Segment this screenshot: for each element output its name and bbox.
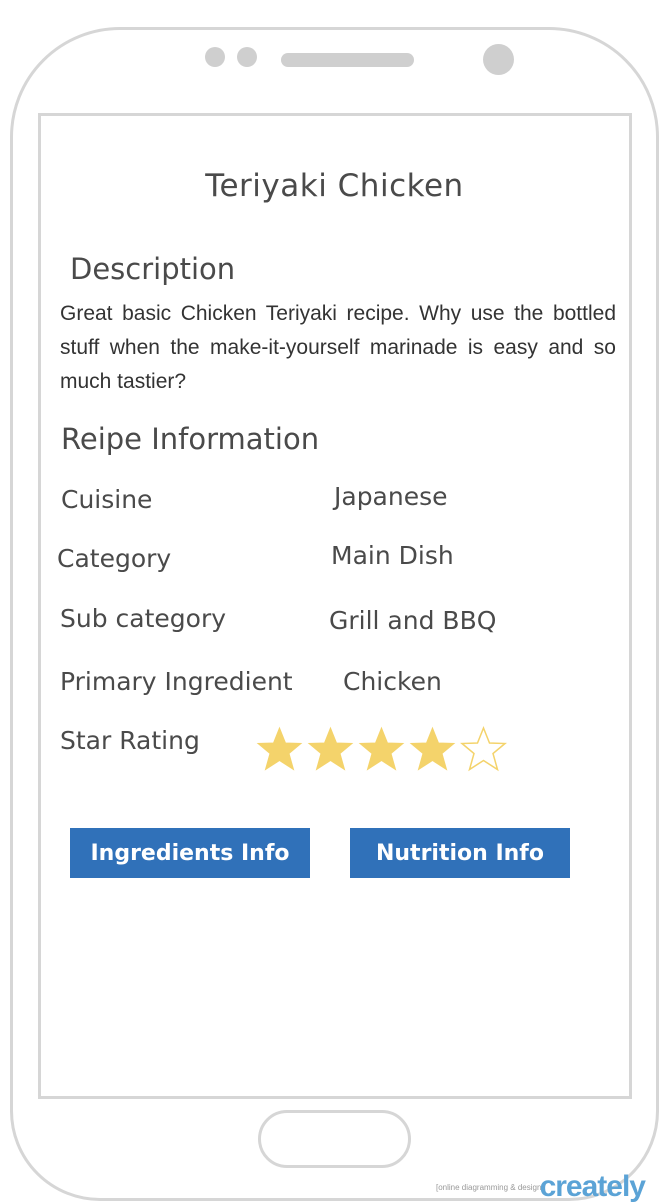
creately-logo: creately bbox=[539, 1170, 646, 1203]
home-button[interactable] bbox=[258, 1110, 411, 1168]
cuisine-label: Cuisine bbox=[61, 485, 153, 514]
star-filled-icon[interactable] bbox=[307, 726, 354, 772]
primary-ingredient-label: Primary Ingredient bbox=[60, 667, 293, 696]
cuisine-value: Japanese bbox=[334, 482, 448, 511]
nutrition-info-button[interactable]: Nutrition Info bbox=[350, 828, 570, 878]
category-value: Main Dish bbox=[331, 541, 454, 570]
ingredients-info-button[interactable]: Ingredients Info bbox=[70, 828, 310, 878]
description-text: Great basic Chicken Teriyaki recipe. Why… bbox=[60, 302, 616, 393]
primary-ingredient-value: Chicken bbox=[343, 667, 442, 696]
page-title: Teriyaki Chicken bbox=[205, 168, 464, 204]
front-camera bbox=[483, 44, 514, 75]
description-heading: Description bbox=[70, 252, 236, 286]
star-filled-icon[interactable] bbox=[409, 726, 456, 772]
subcategory-label: Sub category bbox=[60, 604, 227, 633]
speaker-grille bbox=[281, 53, 414, 67]
sensor-dot bbox=[205, 47, 225, 67]
star-filled-icon[interactable] bbox=[256, 726, 303, 772]
subcategory-value: Grill and BBQ bbox=[329, 606, 497, 635]
star-rating[interactable] bbox=[256, 726, 507, 772]
watermark-tagline: [online diagramming & design] bbox=[436, 1183, 544, 1192]
star-rating-label: Star Rating bbox=[60, 726, 200, 755]
sensor-dot bbox=[237, 47, 257, 67]
star-filled-icon[interactable] bbox=[358, 726, 405, 772]
star-empty-icon[interactable] bbox=[460, 726, 507, 772]
category-label: Category bbox=[57, 544, 172, 573]
recipe-info-heading: Reipe Information bbox=[61, 422, 320, 456]
